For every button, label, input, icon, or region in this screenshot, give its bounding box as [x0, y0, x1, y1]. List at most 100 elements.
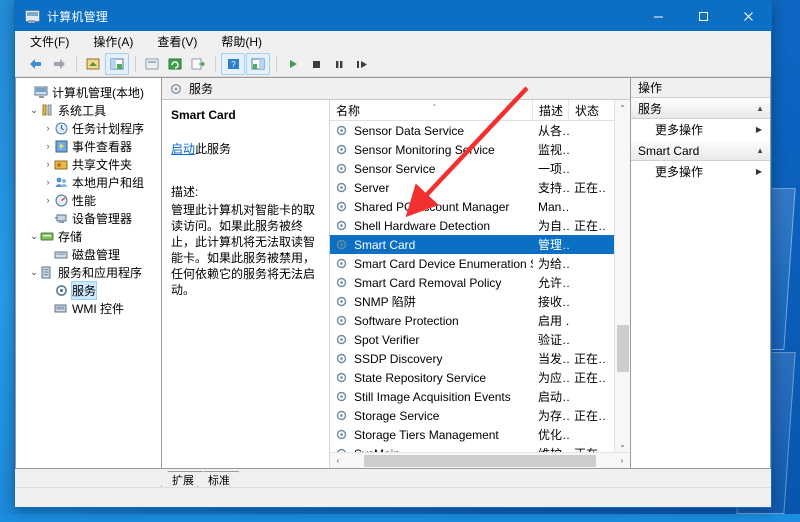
scroll-up-icon[interactable]: ⌃ [615, 100, 630, 116]
vertical-scrollbar[interactable]: ⌃ ⌄ [614, 100, 630, 452]
menu-help[interactable]: 帮助(H) [218, 32, 265, 51]
tab-standard[interactable]: 标准 [197, 471, 239, 487]
service-name-text: Still Image Acquisition Events [354, 389, 511, 404]
action-more-actions-smart-card[interactable]: 更多操作 ▶ [631, 161, 770, 182]
service-gear-icon [335, 124, 349, 138]
column-header-name[interactable]: 名称 ⌃ [330, 100, 533, 120]
export-icon[interactable] [187, 54, 209, 74]
collapse-icon[interactable]: ▲ [756, 146, 764, 155]
actions-group-title: Smart Card [638, 143, 700, 158]
menu-file[interactable]: 文件(F) [27, 32, 72, 51]
tree-item-performance[interactable]: › 性能 [20, 191, 161, 209]
table-row[interactable]: Server 支持… 正在… [330, 178, 630, 197]
tree-item-services-and-applications[interactable]: ⌄ 服务和应用程序 [20, 263, 161, 281]
actions-group-services[interactable]: 服务 ▲ [631, 98, 770, 119]
tab-extended[interactable]: 扩展 [161, 471, 203, 487]
scroll-down-icon[interactable]: ⌄ [615, 436, 630, 452]
table-row[interactable]: Storage Service 为存… 正在… [330, 406, 630, 425]
table-row[interactable]: Smart Card Removal Policy 允许… [330, 273, 630, 292]
table-row[interactable]: Smart Card Device Enumeration Service 为给… [330, 254, 630, 273]
menu-view[interactable]: 查看(V) [154, 32, 200, 51]
close-button[interactable] [726, 1, 771, 31]
table-row[interactable]: Spot Verifier 验证… [330, 330, 630, 349]
scroll-left-icon[interactable]: ‹ [330, 456, 346, 465]
disk-icon [54, 247, 69, 262]
cell-description: 一项… [538, 162, 569, 176]
stop-service-icon[interactable] [305, 54, 327, 74]
table-row[interactable]: Sensor Service 一项… [330, 159, 630, 178]
scroll-right-icon[interactable]: › [614, 456, 630, 465]
minimize-button[interactable] [636, 1, 681, 31]
action-more-actions-services[interactable]: 更多操作 ▶ [631, 119, 770, 140]
chevron-down-icon[interactable]: ⌄ [28, 231, 40, 241]
chevron-right-icon[interactable]: › [42, 123, 54, 133]
refresh-icon[interactable] [164, 54, 186, 74]
chevron-right-icon[interactable]: › [42, 195, 54, 205]
restart-service-icon[interactable] [351, 54, 373, 74]
help-icon[interactable]: ? [221, 53, 245, 75]
up-folder-icon[interactable] [82, 54, 104, 74]
table-row[interactable]: Still Image Acquisition Events 启动… [330, 387, 630, 406]
export-list-icon[interactable] [141, 54, 163, 74]
back-icon[interactable] [25, 54, 47, 74]
chevron-right-icon[interactable]: › [42, 159, 54, 169]
horizontal-scroll-thumb[interactable] [364, 454, 596, 467]
actions-group-smart-card[interactable]: Smart Card ▲ [631, 140, 770, 161]
description-label: 描述: [171, 185, 199, 199]
window-body: 计算机管理(本地) ⌄ 系统工具 › 任务计划程序 › 事件查看器 › 共享文件… [15, 77, 771, 469]
table-row[interactable]: Storage Tiers Management 优化… [330, 425, 630, 444]
table-row[interactable]: Software Protection 启用 … [330, 311, 630, 330]
tree-item-task-scheduler[interactable]: › 任务计划程序 [20, 119, 161, 137]
chevron-down-icon[interactable]: ⌄ [28, 267, 40, 277]
start-service-icon[interactable] [282, 54, 304, 74]
show-action-pane-icon[interactable] [246, 53, 270, 75]
tree-item-shared-folders[interactable]: › 共享文件夹 [20, 155, 161, 173]
tree-item-local-users-groups[interactable]: › 本地用户和组 [20, 173, 161, 191]
vertical-scroll-thumb[interactable] [617, 325, 629, 372]
maximize-button[interactable] [681, 1, 726, 31]
chevron-down-icon[interactable]: ⌄ [28, 105, 40, 115]
tree-item-storage[interactable]: ⌄ 存储 [20, 227, 161, 245]
wallpaper-stripe-left [0, 0, 14, 522]
tree-root-computer-management[interactable]: 计算机管理(本地) [20, 83, 161, 101]
cell-name: Smart Card [330, 238, 533, 252]
table-row[interactable]: SNMP 陷阱 接收… [330, 292, 630, 311]
window-title: 计算机管理 [47, 9, 109, 24]
forward-icon[interactable] [48, 54, 70, 74]
tree-item-wmi-control[interactable]: WMI 控件 [20, 299, 161, 317]
tree-label: 磁盘管理 [72, 247, 121, 262]
wmi-icon [54, 301, 69, 316]
tree-item-device-manager[interactable]: 设备管理器 [20, 209, 161, 227]
table-row[interactable]: Sensor Monitoring Service 监视… [330, 140, 630, 159]
tree-item-event-viewer[interactable]: › 事件查看器 [20, 137, 161, 155]
chevron-right-icon[interactable]: › [42, 141, 54, 151]
horizontal-scrollbar[interactable]: ‹ › [330, 452, 630, 468]
table-row[interactable]: Sensor Data Service 从各… [330, 121, 630, 140]
performance-icon [54, 193, 69, 208]
column-header-description[interactable]: 描述 [533, 100, 569, 120]
content-pane: 服务 Smart Card 启动此服务 描述: 管理此计算机对智能卡的取读访问。… [161, 77, 631, 469]
menu-action[interactable]: 操作(A) [90, 32, 136, 51]
horizontal-scroll-track[interactable] [346, 454, 614, 467]
pause-service-icon[interactable] [328, 54, 350, 74]
table-row[interactable]: SSDP Discovery 当发… 正在… [330, 349, 630, 368]
table-row[interactable]: Smart Card 管理… [330, 235, 630, 254]
column-header-status[interactable]: 状态 [569, 100, 607, 120]
service-name-text: Smart Card [354, 237, 416, 252]
submenu-arrow-icon: ▶ [755, 167, 762, 176]
column-header-label: 描述 [539, 103, 564, 118]
cell-description: 为自… [538, 219, 569, 233]
table-row[interactable]: Shared PC Account Manager Man… [330, 197, 630, 216]
tree-item-services[interactable]: 服务 [20, 280, 161, 300]
table-row[interactable]: State Repository Service 为应… 正在… [330, 368, 630, 387]
service-name-text: SNMP 陷阱 [354, 295, 416, 309]
cell-status: 正在… [574, 409, 607, 423]
chevron-right-icon[interactable]: › [42, 177, 54, 187]
tree-item-disk-management[interactable]: 磁盘管理 [20, 245, 161, 263]
tree-item-system-tools[interactable]: ⌄ 系统工具 [20, 101, 161, 119]
table-row[interactable]: Shell Hardware Detection 为自… 正在… [330, 216, 630, 235]
collapse-icon[interactable]: ▲ [756, 104, 764, 113]
service-gear-icon [335, 428, 349, 442]
start-service-link[interactable]: 启动 [171, 142, 195, 156]
show-hide-tree-icon[interactable] [105, 53, 129, 75]
